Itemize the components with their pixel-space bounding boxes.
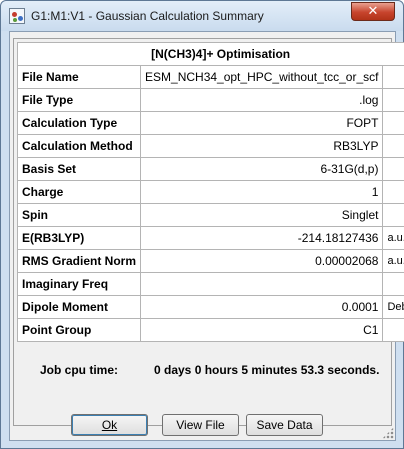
row-label: Point Group <box>16 318 142 342</box>
row-unit <box>382 88 404 112</box>
row-value: ESM_NCH34_opt_HPC_without_tcc_or_scf <box>140 65 384 89</box>
row-value: FOPT <box>140 111 384 135</box>
row-value: RB3LYP <box>140 134 384 158</box>
summary-heading-row: [N(CH3)4]+ Optimisation <box>16 42 404 66</box>
close-icon: ✕ <box>367 4 379 19</box>
table-row: Calculation Method RB3LYP <box>16 134 404 158</box>
row-unit <box>382 65 404 89</box>
row-label: Basis Set <box>16 157 142 181</box>
table-row: Basis Set 6-31G(d,p) <box>16 157 404 181</box>
row-value: 0.00002068 <box>140 249 384 273</box>
summary-heading: [N(CH3)4]+ Optimisation <box>16 42 404 66</box>
row-unit <box>382 134 404 158</box>
row-unit <box>382 157 404 181</box>
row-unit: a.u. <box>382 226 404 250</box>
row-label: Calculation Type <box>16 111 142 135</box>
view-file-button[interactable]: View File <box>162 414 239 436</box>
table-row: E(RB3LYP) -214.18127436 a.u. <box>16 226 404 250</box>
calculation-summary-window: G1:M1:V1 - Gaussian Calculation Summary … <box>0 0 404 449</box>
row-value: 0.0001 <box>140 295 384 319</box>
table-row: Calculation Type FOPT <box>16 111 404 135</box>
table-row: Spin Singlet <box>16 203 404 227</box>
table-row: Point Group C1 <box>16 318 404 342</box>
table-row: Charge 1 <box>16 180 404 204</box>
row-label: Charge <box>16 180 142 204</box>
row-unit <box>382 272 404 296</box>
row-unit: Debye <box>382 295 404 319</box>
view-file-button-label: View File <box>176 418 225 432</box>
close-button[interactable]: ✕ <box>351 2 395 21</box>
row-value: Singlet <box>140 203 384 227</box>
ok-button[interactable]: Ok <box>71 414 148 436</box>
row-label: File Type <box>16 88 142 112</box>
cpu-time-value: 0 days 0 hours 5 minutes 53.3 seconds. <box>154 363 380 377</box>
gaussview-app-icon <box>9 8 25 24</box>
summary-table: [N(CH3)4]+ Optimisation File Name ESM_NC… <box>16 42 404 342</box>
row-value: C1 <box>140 318 384 342</box>
row-value: -214.18127436 <box>140 226 384 250</box>
row-unit <box>382 203 404 227</box>
row-value <box>140 272 384 296</box>
row-value: 6-31G(d,p) <box>140 157 384 181</box>
table-row: Dipole Moment 0.0001 Debye <box>16 295 404 319</box>
row-label: E(RB3LYP) <box>16 226 142 250</box>
ok-button-label: Ok <box>101 418 118 432</box>
cpu-time-label: Job cpu time: <box>40 363 119 377</box>
row-label: File Name <box>16 65 142 89</box>
row-label: Calculation Method <box>16 134 142 158</box>
row-label: Imaginary Freq <box>16 272 142 296</box>
row-label: RMS Gradient Norm <box>16 249 142 273</box>
row-label: Spin <box>16 203 142 227</box>
summary-panel: [N(CH3)4]+ Optimisation File Name ESM_NC… <box>13 38 404 426</box>
row-unit: a.u. <box>382 249 404 273</box>
row-unit <box>382 318 404 342</box>
dialog-client-area: [N(CH3)4]+ Optimisation File Name ESM_NC… <box>9 31 404 441</box>
job-cpu-time: Job cpu time: 0 days 0 hours 5 minutes 5… <box>30 363 380 381</box>
table-row: File Type .log <box>16 88 404 112</box>
row-unit <box>382 111 404 135</box>
table-row: File Name ESM_NCH34_opt_HPC_without_tcc_… <box>16 65 404 89</box>
window-title: G1:M1:V1 - Gaussian Calculation Summary <box>31 9 264 23</box>
row-unit <box>382 180 404 204</box>
table-row: Imaginary Freq <box>16 272 404 296</box>
save-data-button[interactable]: Save Data <box>246 414 323 436</box>
title-bar[interactable]: G1:M1:V1 - Gaussian Calculation Summary … <box>1 1 403 31</box>
table-row: RMS Gradient Norm 0.00002068 a.u. <box>16 249 404 273</box>
row-label: Dipole Moment <box>16 295 142 319</box>
row-value: 1 <box>140 180 384 204</box>
row-value: .log <box>140 88 384 112</box>
resize-grip-icon[interactable] <box>382 427 394 439</box>
save-data-button-label: Save Data <box>256 418 313 432</box>
